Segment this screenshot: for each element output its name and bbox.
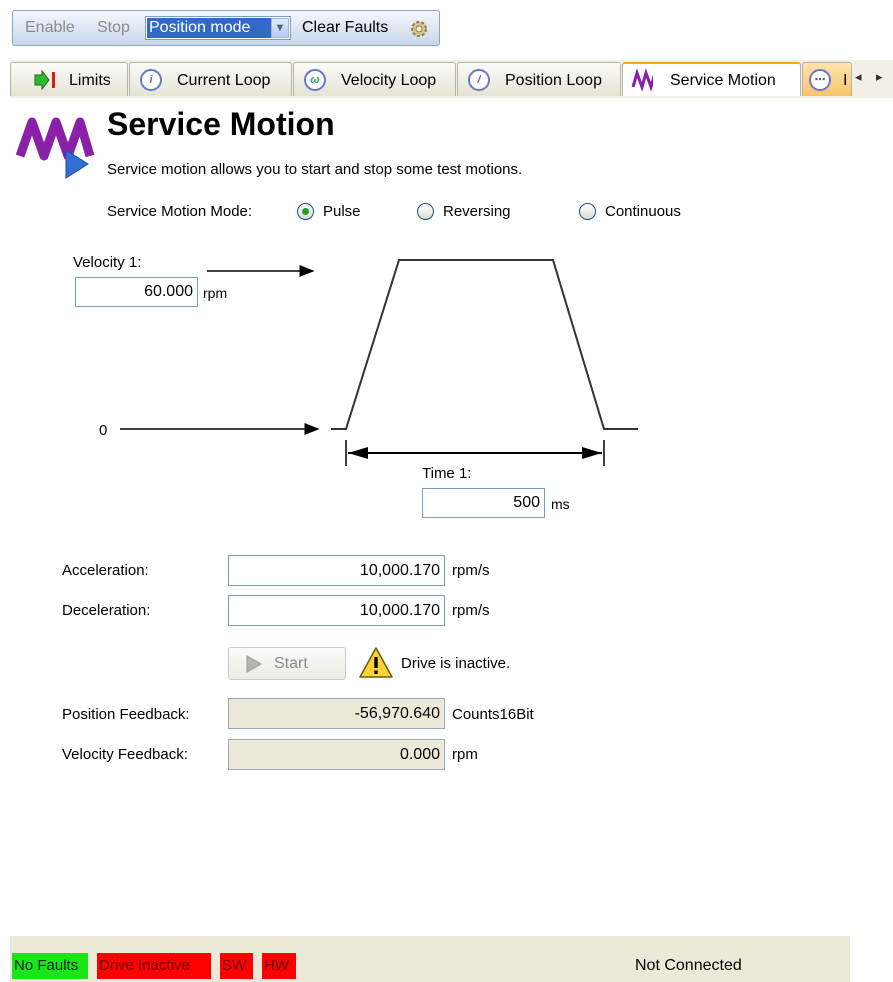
- mode-dropdown[interactable]: Position mode ▼: [145, 16, 291, 40]
- tab-next-label: I: [843, 72, 848, 89]
- zero-label: 0: [99, 422, 108, 439]
- velocity-1-input[interactable]: 60.000: [75, 277, 198, 307]
- time-arrow-left: [348, 447, 368, 459]
- limits-arrow-icon: [34, 69, 55, 91]
- velocity-loop-icon: ω: [304, 69, 326, 91]
- time-1-unit: ms: [551, 496, 570, 512]
- deceleration-label: Deceleration:: [62, 602, 151, 619]
- position-feedback-value: -56,970.640: [228, 698, 445, 729]
- connection-status: Not Connected: [635, 957, 742, 974]
- position-feedback-unit: Counts16Bit: [452, 706, 534, 723]
- radio-reversing[interactable]: [417, 203, 434, 220]
- velocity-1-label: Velocity 1:: [73, 254, 142, 271]
- tab-service-motion-label: Service Motion: [670, 72, 776, 89]
- radio-reversing-label[interactable]: Reversing: [443, 203, 511, 220]
- tab-position-loop[interactable]: / Position Loop: [457, 62, 621, 96]
- service-motion-icon: [631, 69, 653, 91]
- clear-faults-button[interactable]: Clear Faults: [302, 19, 388, 37]
- tab-limits-label: Limits: [69, 72, 111, 89]
- radio-continuous[interactable]: [579, 203, 596, 220]
- service-motion-logo-icon: [15, 117, 95, 179]
- page-subtitle: Service motion allows you to start and s…: [107, 161, 523, 178]
- warning-icon: [359, 647, 393, 678]
- acceleration-input[interactable]: 10,000.170: [228, 555, 445, 586]
- deceleration-unit: rpm/s: [452, 602, 490, 619]
- start-button-label: Start: [274, 655, 308, 672]
- tab-position-loop-label: Position Loop: [505, 72, 602, 89]
- radio-pulse-label[interactable]: Pulse: [323, 203, 361, 220]
- no-faults-badge: No Faults: [12, 953, 88, 979]
- stop-button[interactable]: Stop: [97, 19, 130, 37]
- radio-continuous-label[interactable]: Continuous: [605, 203, 681, 220]
- tab-scroll-left-icon[interactable]: ◂: [855, 69, 862, 85]
- tab-velocity-loop[interactable]: ω Velocity Loop: [293, 62, 456, 96]
- radio-selected-dot: [302, 208, 309, 215]
- toolbar: Enable Stop Position mode ▼ Clear Faults: [12, 10, 440, 46]
- tab-scroll-right-icon[interactable]: ▸: [876, 69, 883, 85]
- chevron-down-icon[interactable]: ▼: [271, 18, 289, 38]
- trapezoid-profile: [331, 259, 638, 430]
- mode-dropdown-value: Position mode: [147, 18, 271, 38]
- current-loop-icon: i: [140, 69, 162, 91]
- mode-label: Service Motion Mode:: [107, 203, 253, 220]
- tab-bar: Limits i Current Loop ω Velocity Loop / …: [10, 60, 893, 98]
- drive-inactive-badge: Drive Inactive: [97, 953, 211, 979]
- time-arrow-right: [582, 447, 602, 459]
- velocity-1-unit: rpm: [203, 285, 228, 301]
- gear-icon[interactable]: [409, 19, 429, 39]
- enable-button[interactable]: Enable: [25, 19, 75, 37]
- tab-velocity-loop-label: Velocity Loop: [341, 72, 437, 89]
- velocity-feedback-label: Velocity Feedback:: [62, 746, 188, 763]
- deceleration-input[interactable]: 10,000.170: [228, 595, 445, 626]
- drive-inactive-warning: Drive is inactive.: [401, 655, 511, 672]
- position-feedback-label: Position Feedback:: [62, 706, 190, 723]
- tab-current-loop-label: Current Loop: [177, 72, 271, 89]
- velocity-feedback-unit: rpm: [452, 746, 478, 763]
- velocity-feedback-value: 0.000: [228, 739, 445, 770]
- start-button[interactable]: Start: [228, 647, 346, 680]
- tab-current-loop[interactable]: i Current Loop: [129, 62, 292, 96]
- acceleration-unit: rpm/s: [452, 562, 490, 579]
- radio-pulse[interactable]: [297, 203, 314, 220]
- acceleration-label: Acceleration:: [62, 562, 149, 579]
- next-tab-icon: ⋯: [809, 69, 831, 91]
- tab-limits[interactable]: Limits: [10, 62, 128, 96]
- time-1-input[interactable]: 500: [422, 488, 545, 518]
- tab-service-motion[interactable]: Service Motion: [622, 62, 801, 96]
- tab-next[interactable]: ⋯ I: [802, 62, 852, 96]
- play-icon: [246, 655, 263, 673]
- hw-badge: HW: [262, 953, 296, 979]
- position-loop-icon: /: [468, 69, 490, 91]
- time-1-label: Time 1:: [422, 465, 472, 482]
- sw-badge: SW: [220, 953, 253, 979]
- page-title: Service Motion: [107, 106, 335, 142]
